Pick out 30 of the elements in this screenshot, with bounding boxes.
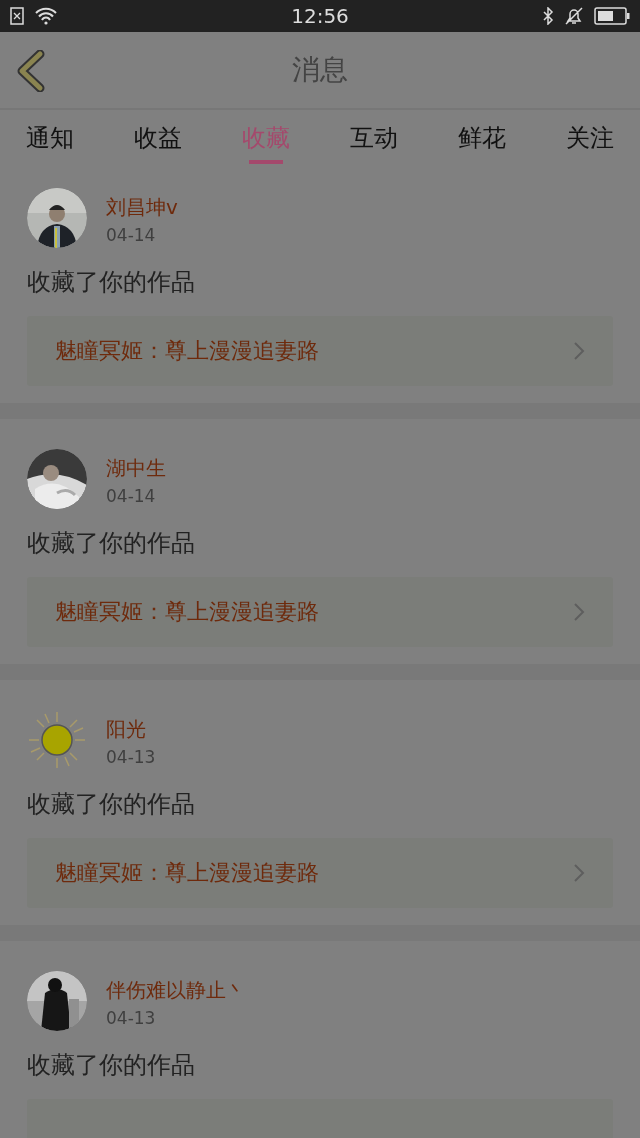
battery-icon (594, 7, 630, 25)
tab[interactable]: 关注 (562, 110, 618, 170)
message-date: 04-13 (106, 747, 156, 767)
message-text: 收藏了你的作品 (27, 267, 196, 298)
chevron-right-icon (573, 602, 585, 622)
work-link[interactable]: 魅瞳冥姬：尊上漫漫追妻路 (27, 577, 613, 647)
user-name[interactable]: 刘昌坤v (106, 194, 178, 221)
message-date: 04-13 (106, 1008, 157, 1028)
chevron-right-icon (573, 863, 585, 883)
message-date: 04-14 (106, 486, 157, 506)
wifi-icon (34, 7, 58, 25)
page-title: 消息 (292, 52, 348, 88)
muted-bell-icon (564, 6, 584, 26)
user-name[interactable]: 湖中生 (106, 455, 166, 482)
message-text: 收藏了你的作品 (27, 1050, 196, 1081)
bluetooth-icon (542, 7, 554, 25)
work-link[interactable]: 魅瞳冥姬：尊上漫漫追妻路 (27, 316, 613, 386)
clock-time: 12:56 (291, 4, 349, 28)
message-text: 收藏了你的作品 (27, 528, 196, 559)
user-name[interactable]: 阳光 (106, 716, 156, 743)
message-date: 04-14 (106, 225, 157, 245)
user-name[interactable]: 伴伤难以静止丶 (106, 977, 246, 1004)
tab[interactable]: 互动 (346, 110, 402, 170)
tab[interactable]: 收益 (130, 110, 186, 170)
work-link[interactable]: 魅瞳冥姬：尊上漫漫追妻路 (27, 838, 613, 908)
chevron-right-icon (573, 341, 585, 361)
tab[interactable]: 通知 (22, 110, 78, 170)
sim-icon (10, 7, 24, 25)
message-text: 收藏了你的作品 (27, 789, 196, 820)
tab[interactable]: 鲜花 (454, 110, 510, 170)
